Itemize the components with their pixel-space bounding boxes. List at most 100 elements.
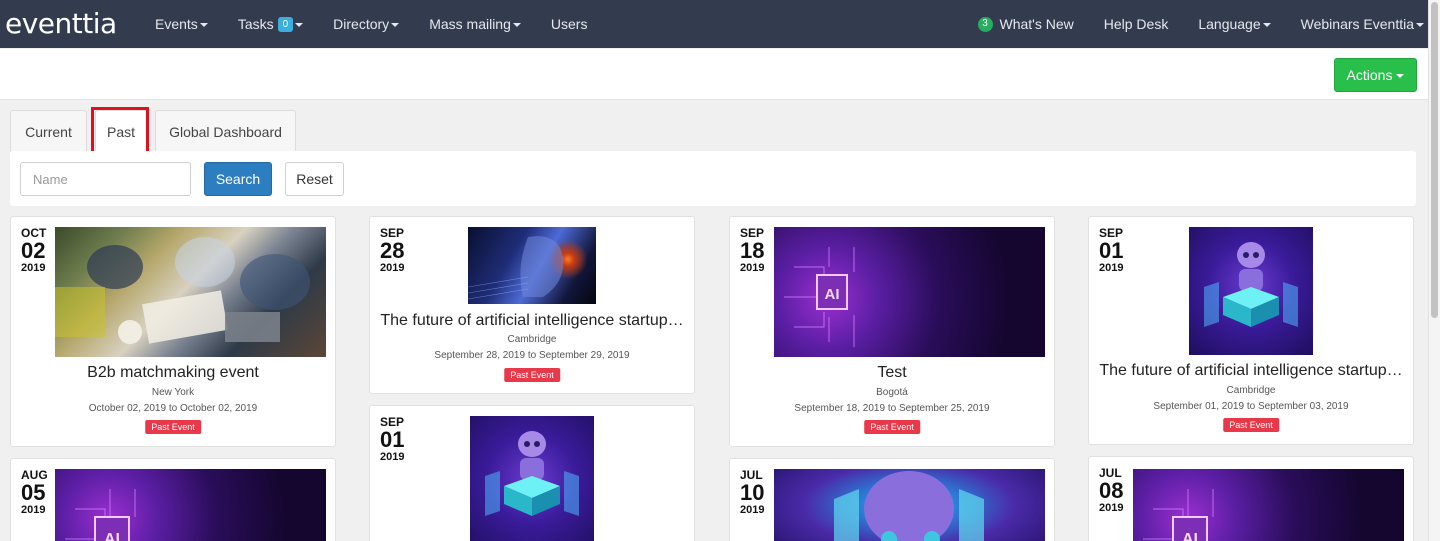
- event-card[interactable]: SEP 01 2019 The future of artificial int…: [1088, 216, 1414, 445]
- caret-down-icon: [512, 23, 521, 27]
- event-date: AUG 05 2019: [21, 469, 48, 516]
- nav-account[interactable]: Webinars Eventtia: [1286, 0, 1428, 48]
- nav-events[interactable]: Events: [140, 0, 223, 48]
- event-title[interactable]: B2b matchmaking event: [19, 364, 327, 382]
- nav-whats-new[interactable]: 3 What's New: [963, 0, 1089, 48]
- event-date: SEP 01 2019: [380, 416, 404, 463]
- event-date-range: September 01, 2019 to September 03, 2019: [1153, 401, 1349, 412]
- account-label: Webinars Eventtia: [1300, 16, 1414, 32]
- actions-label: Actions: [1346, 67, 1393, 83]
- event-day: 05: [21, 480, 46, 505]
- tab-past-label: Past: [106, 123, 135, 140]
- event-date-range: September 18, 2019 to September 25, 2019: [794, 403, 990, 414]
- event-card[interactable]: JUL 08 2019 AI: [1088, 456, 1414, 541]
- event-date-range: October 02, 2019 to October 02, 2019: [88, 403, 258, 414]
- event-city: Cambridge: [507, 334, 557, 345]
- event-card[interactable]: SEP 18 2019 AI Test Bogotá September 18,…: [729, 216, 1055, 447]
- event-card[interactable]: OCT 02 2019 B2b matchmaking event New Yo…: [10, 216, 336, 447]
- event-city: New York: [151, 387, 195, 398]
- event-date: SEP 18 2019: [740, 227, 764, 274]
- whats-new-label: What's New: [999, 16, 1074, 32]
- event-city: Bogotá: [876, 387, 908, 398]
- ai-chip-text: AI: [825, 286, 840, 303]
- caret-down-icon: [1416, 23, 1424, 27]
- ai-chip-text: AI: [104, 531, 120, 541]
- nav-help-desk[interactable]: Help Desk: [1089, 0, 1184, 48]
- event-day: 18: [740, 238, 765, 263]
- event-year: 2019: [380, 451, 405, 463]
- search-button-label: Search: [215, 171, 261, 187]
- nav-mass-mailing-label: Mass mailing: [429, 16, 511, 32]
- name-search-input[interactable]: [20, 162, 191, 196]
- nav-right-group: 3 What's New Help Desk Language Webinars…: [963, 0, 1429, 48]
- event-date: SEP 01 2019: [1099, 227, 1123, 274]
- event-day: 10: [740, 480, 765, 505]
- tab-global-dashboard-label: Global Dashboard: [169, 123, 282, 140]
- scrollbar-thumb[interactable]: [1431, 2, 1438, 318]
- caret-down-icon: [199, 23, 208, 27]
- tab-global-dashboard[interactable]: Global Dashboard: [155, 110, 296, 152]
- event-date: JUL 08 2019: [1099, 467, 1123, 514]
- nav-tasks-label: Tasks: [237, 16, 274, 32]
- whats-new-count-badge: 3: [977, 16, 993, 32]
- nav-directory-label: Directory: [333, 16, 390, 32]
- event-date: JUL 10 2019: [740, 469, 764, 516]
- event-year: 2019: [21, 262, 46, 274]
- event-day: 02: [21, 238, 46, 263]
- event-day: 01: [380, 427, 405, 452]
- reset-button-label: Reset: [296, 171, 333, 187]
- robot-image: [1189, 227, 1313, 355]
- robot-image: [470, 416, 594, 541]
- ai-chip-image: AI: [55, 469, 326, 541]
- event-card[interactable]: AUG 05 2019 AI: [10, 458, 336, 541]
- caret-down-icon: [391, 23, 400, 27]
- past-event-badge: Past Event: [145, 420, 201, 434]
- event-card[interactable]: SEP 28 2019 The future of artificial int…: [369, 216, 695, 394]
- eventtia-logo[interactable]: eventtia: [0, 0, 140, 48]
- event-card[interactable]: SEP 01 2019: [369, 405, 695, 541]
- nav-tasks[interactable]: Tasks 0: [223, 0, 318, 48]
- tab-past[interactable]: Past: [95, 110, 147, 152]
- event-year: 2019: [1099, 262, 1124, 274]
- robot-image: [774, 469, 1045, 541]
- event-year: 2019: [1099, 502, 1124, 514]
- nav-users-label: Users: [550, 16, 588, 32]
- event-title[interactable]: Test: [738, 364, 1046, 382]
- nav-directory[interactable]: Directory: [318, 0, 414, 48]
- event-year: 2019: [740, 504, 765, 516]
- caret-down-icon: [295, 23, 304, 27]
- event-year: 2019: [380, 262, 405, 274]
- event-card[interactable]: JUL 10 2019: [729, 458, 1055, 541]
- event-day: 01: [1099, 238, 1124, 263]
- tab-current-label: Current: [25, 123, 72, 140]
- help-desk-label: Help Desk: [1103, 16, 1169, 32]
- past-event-badge: Past Event: [1223, 418, 1279, 432]
- tech-face-image: [468, 227, 596, 304]
- event-date: SEP 28 2019: [380, 227, 404, 274]
- event-title[interactable]: The future of artificial intelligence st…: [1097, 362, 1405, 380]
- nav-mass-mailing[interactable]: Mass mailing: [414, 0, 536, 48]
- nav-language[interactable]: Language: [1183, 0, 1285, 48]
- nav-events-label: Events: [155, 16, 198, 32]
- ai-chip-image: AI: [774, 227, 1045, 357]
- event-day: 08: [1099, 478, 1124, 503]
- reset-button[interactable]: Reset: [285, 162, 344, 196]
- search-panel: Search Reset: [10, 151, 1416, 206]
- actions-bar: Actions: [0, 49, 1428, 100]
- ai-chip-image: AI: [1133, 469, 1404, 541]
- meeting-photo: [55, 227, 326, 357]
- ai-chip-text: AI: [1182, 531, 1198, 541]
- actions-button[interactable]: Actions: [1334, 58, 1417, 92]
- event-date: OCT 02 2019: [21, 227, 46, 274]
- event-title[interactable]: The future of artificial intelligence st…: [378, 312, 686, 330]
- past-event-badge: Past Event: [864, 420, 920, 434]
- caret-down-icon: [1262, 23, 1271, 27]
- nav-users[interactable]: Users: [536, 0, 603, 48]
- page-scrollbar[interactable]: [1428, 0, 1440, 541]
- tasks-count-badge: 0: [277, 16, 294, 32]
- search-button[interactable]: Search: [204, 162, 272, 196]
- event-date-range: September 28, 2019 to September 29, 2019: [434, 350, 630, 361]
- top-navbar: eventtia Events Tasks 0 Directory Mass ma…: [0, 0, 1428, 48]
- event-year: 2019: [740, 262, 765, 274]
- tab-current[interactable]: Current: [10, 110, 87, 152]
